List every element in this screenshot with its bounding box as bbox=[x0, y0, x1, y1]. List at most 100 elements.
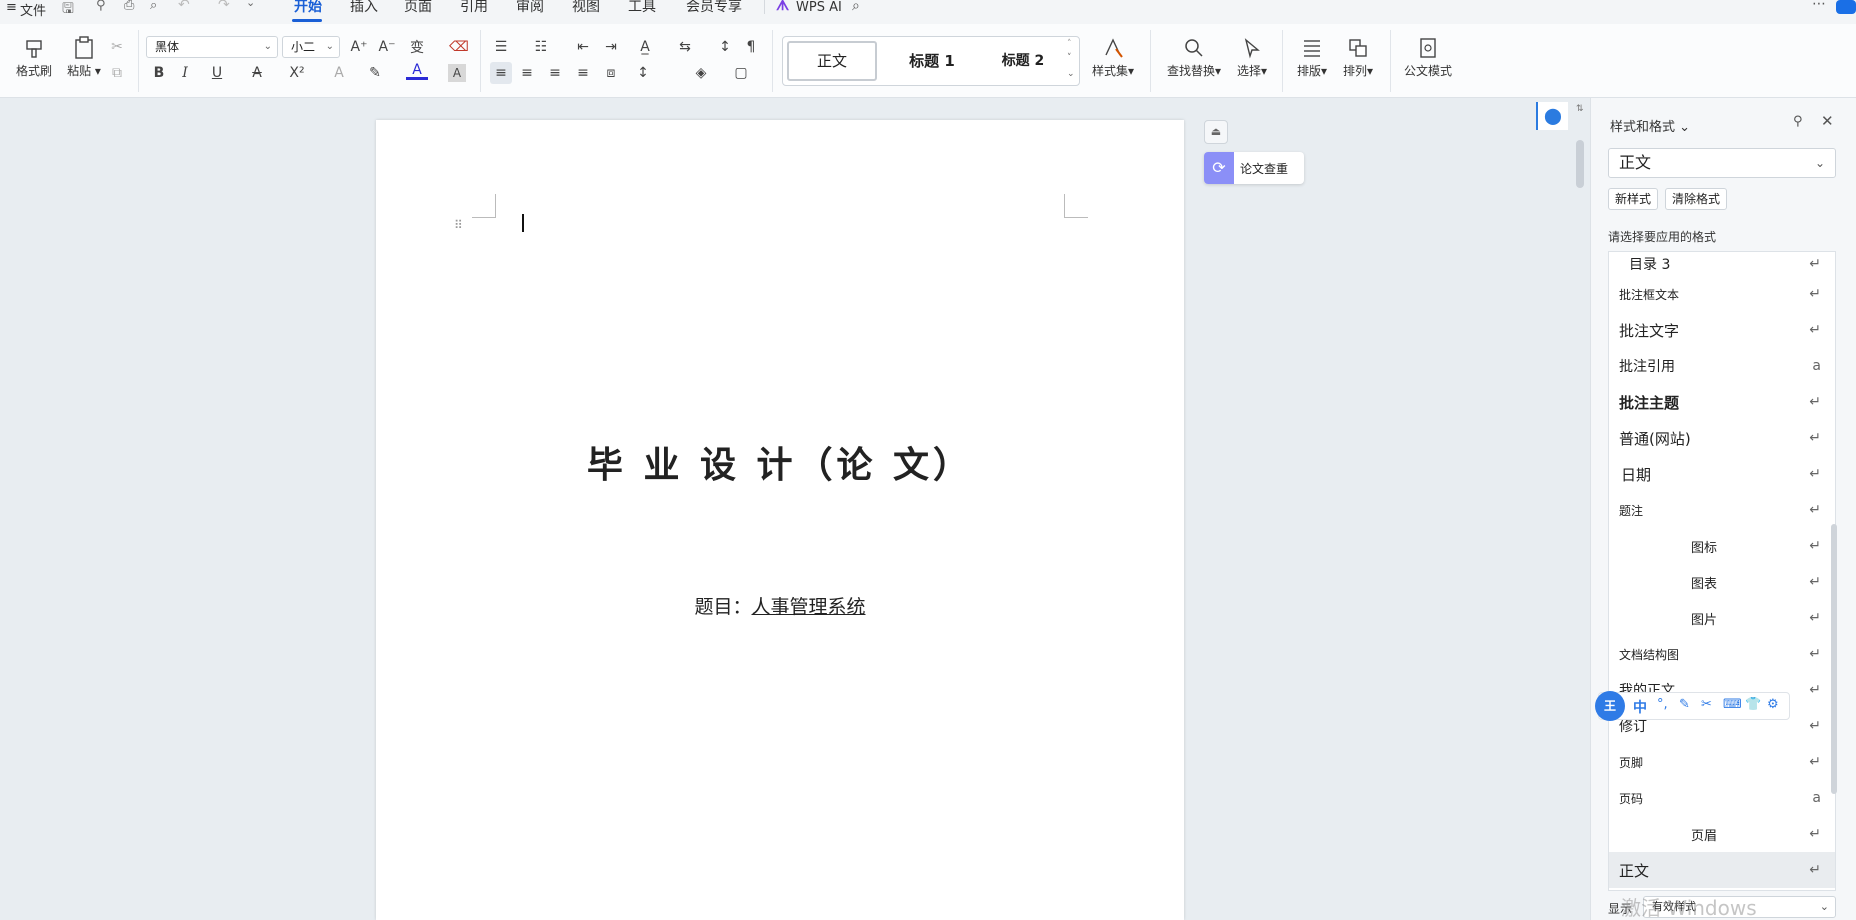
keyboard-icon[interactable]: ⌨ bbox=[1723, 697, 1742, 712]
justify-icon[interactable]: ≡ bbox=[572, 62, 594, 84]
redo-icon[interactable]: ↷ bbox=[218, 0, 230, 13]
show-marks-icon[interactable]: ¶ bbox=[740, 36, 762, 58]
tab-member[interactable]: 会员专享 bbox=[686, 0, 742, 24]
style-list-item[interactable]: 普通(网站) ↵ bbox=[1609, 420, 1835, 456]
style-list-item[interactable]: 页眉 ↵ bbox=[1609, 816, 1835, 852]
save-icon[interactable]: 🖫 bbox=[62, 0, 74, 22]
italic-button[interactable]: I bbox=[174, 62, 196, 84]
underline-button[interactable]: U bbox=[206, 62, 228, 84]
copy-icon[interactable]: ⧉ bbox=[106, 62, 128, 84]
document-page[interactable]: ⠿ 毕 业 设 计（论 文） 题目：人事管理系统 bbox=[376, 120, 1184, 920]
chinese-layout-icon[interactable]: A̲ bbox=[634, 36, 656, 58]
tab-review[interactable]: 审阅 bbox=[516, 0, 544, 24]
close-icon[interactable]: ✕ bbox=[1821, 112, 1834, 130]
search-icon[interactable]: ⌕ bbox=[852, 0, 860, 14]
style-list-item[interactable]: 页脚 ↵ bbox=[1609, 744, 1835, 780]
grow-font-icon[interactable]: A⁺ bbox=[348, 36, 370, 58]
wps-ai-button[interactable]: WPS AI bbox=[796, 0, 842, 15]
style-list-item[interactable]: 图标 ↵ bbox=[1609, 528, 1835, 564]
increase-indent-icon[interactable]: ⇥ bbox=[600, 36, 622, 58]
bullet-list-icon[interactable]: ☰ bbox=[490, 36, 512, 58]
style-list-item[interactable]: 页码 a bbox=[1609, 780, 1835, 816]
phonetic-icon[interactable]: 变 bbox=[406, 36, 428, 58]
collapse-icon[interactable]: ⏏ bbox=[1204, 120, 1228, 144]
style-list-item[interactable]: 文档结构图 ↵ bbox=[1609, 636, 1835, 672]
scissors-icon[interactable]: ✂ bbox=[1701, 697, 1712, 712]
more-icon[interactable]: ⋯ bbox=[1812, 0, 1826, 12]
font-size-select[interactable]: 小二 ⌄ bbox=[282, 36, 340, 58]
text-effect-icon[interactable]: A bbox=[328, 62, 350, 84]
scroll-up-icon[interactable]: ˄ bbox=[1067, 39, 1072, 49]
ime-mode[interactable]: 中 bbox=[1633, 697, 1647, 717]
drag-handle-icon[interactable]: ⠿ bbox=[454, 218, 463, 232]
thesis-check-button[interactable]: ⟳ 论文查重 bbox=[1204, 152, 1304, 184]
align-right-icon[interactable]: ≡ bbox=[544, 62, 566, 84]
select-button[interactable]: 选择▾ bbox=[1232, 34, 1272, 79]
official-mode-button[interactable]: 公文模式 bbox=[1400, 34, 1456, 79]
text-direction-icon[interactable]: ⇆ bbox=[674, 36, 696, 58]
scrollbar-thumb[interactable] bbox=[1576, 140, 1584, 188]
tab-references[interactable]: 引用 bbox=[460, 0, 488, 24]
tab-insert[interactable]: 插入 bbox=[350, 0, 378, 24]
style-list-item[interactable]: 批注引用 a bbox=[1609, 348, 1835, 384]
shrink-font-icon[interactable]: A⁻ bbox=[376, 36, 398, 58]
bold-button[interactable]: B bbox=[148, 62, 170, 84]
arrange-button[interactable]: 排列▾ bbox=[1338, 34, 1378, 79]
paste-button[interactable]: 粘贴 ▾ bbox=[62, 34, 106, 79]
ruler-toggle-icon[interactable]: ⇅ bbox=[1576, 104, 1584, 114]
tab-tools[interactable]: 工具 bbox=[628, 0, 656, 24]
pin-icon[interactable]: ⚲ bbox=[1793, 114, 1803, 129]
align-left-icon[interactable]: ≡ bbox=[490, 62, 512, 84]
align-center-icon[interactable]: ≡ bbox=[516, 62, 538, 84]
new-style-button[interactable]: 新样式 bbox=[1608, 188, 1659, 210]
undo-icon[interactable]: ↶ bbox=[178, 0, 190, 13]
style-set-button[interactable]: 样式集▾ bbox=[1088, 34, 1138, 79]
expand-icon[interactable]: ⌄ bbox=[1067, 69, 1075, 79]
punctuation-icon[interactable]: °, bbox=[1657, 697, 1668, 712]
decrease-indent-icon[interactable]: ⇤ bbox=[572, 36, 594, 58]
layout-button[interactable]: 排版▾ bbox=[1292, 34, 1332, 79]
style-list-item[interactable]: 图表 ↵ bbox=[1609, 564, 1835, 600]
style-list-item[interactable]: 题注 ↵ bbox=[1609, 492, 1835, 528]
share-icon[interactable]: ⚲ bbox=[96, 0, 106, 13]
distributed-icon[interactable]: ⧈ bbox=[600, 62, 622, 84]
shading-icon[interactable]: ◈ bbox=[690, 62, 712, 84]
print-preview-icon[interactable]: ⌕ bbox=[150, 0, 157, 13]
style-list-item[interactable]: 批注框文本 ↵ bbox=[1609, 276, 1835, 312]
location-icon[interactable]: ⬤ bbox=[1536, 102, 1568, 130]
clear-format-icon[interactable]: ⌫ bbox=[448, 36, 470, 58]
style-heading-1[interactable]: 标题 1 bbox=[887, 41, 977, 81]
font-name-select[interactable]: 黑体 ⌄ bbox=[146, 36, 278, 58]
account-icon[interactable] bbox=[1836, 0, 1856, 14]
clear-format-button[interactable]: 清除格式 bbox=[1665, 188, 1728, 210]
print-icon[interactable]: ⎙ bbox=[124, 0, 134, 13]
font-color-button[interactable]: A bbox=[406, 62, 428, 80]
sort-icon[interactable]: ↕ bbox=[714, 36, 736, 58]
style-normal[interactable]: 正文 bbox=[787, 41, 877, 81]
find-replace-button[interactable]: 查找替换▾ bbox=[1162, 34, 1226, 79]
hamburger-icon[interactable]: ≡ bbox=[6, 0, 17, 15]
tab-page[interactable]: 页面 bbox=[404, 0, 432, 24]
settings-icon[interactable]: ⚙ bbox=[1767, 697, 1779, 712]
style-list-item[interactable]: 图片 ↵ bbox=[1609, 600, 1835, 636]
file-menu[interactable]: 文件 bbox=[20, 0, 46, 19]
ime-logo[interactable]: 王 bbox=[1595, 691, 1625, 721]
style-list-item[interactable]: 日期 ↵ bbox=[1609, 456, 1835, 492]
strikethrough-icon[interactable]: A bbox=[246, 62, 268, 84]
format-brush-button[interactable]: 格式刷 bbox=[14, 34, 54, 79]
skin-icon[interactable]: 👕 bbox=[1745, 697, 1761, 712]
style-heading-2[interactable]: 标题 2 bbox=[981, 41, 1065, 81]
cut-icon[interactable]: ✂ bbox=[106, 36, 128, 58]
style-list-item[interactable]: 批注主题 ↵ bbox=[1609, 384, 1835, 420]
line-spacing-icon[interactable]: ↕ bbox=[632, 62, 654, 84]
current-style-select[interactable]: 正文 ⌄ bbox=[1608, 148, 1836, 178]
style-list-item[interactable]: 正文 ↵ bbox=[1609, 852, 1835, 888]
list-scrollbar[interactable] bbox=[1831, 524, 1837, 794]
style-list-item[interactable]: 批注文字 ↵ bbox=[1609, 312, 1835, 348]
tab-view[interactable]: 视图 bbox=[572, 0, 600, 24]
char-shading-button[interactable]: A bbox=[448, 64, 466, 82]
quick-access-dropdown-icon[interactable]: ⌄ bbox=[246, 0, 255, 9]
superscript-button[interactable]: X² bbox=[286, 62, 308, 84]
border-icon[interactable]: ▢ bbox=[730, 62, 752, 84]
scroll-down-icon[interactable]: ˅ bbox=[1067, 53, 1072, 63]
